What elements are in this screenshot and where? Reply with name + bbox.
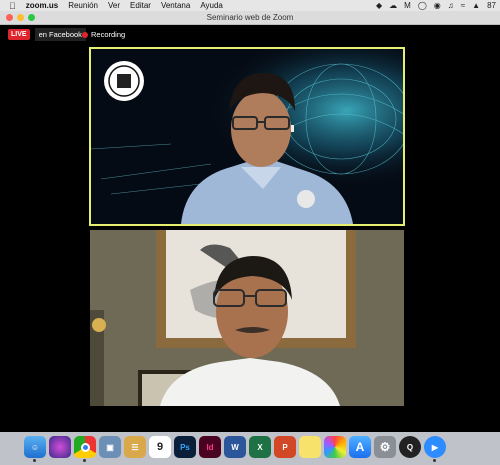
photoshop-icon[interactable]: Ps — [174, 436, 196, 458]
participant-video-frame — [90, 230, 404, 406]
logo-emblem-icon — [104, 61, 144, 101]
notes-icon[interactable]: ☰ — [124, 436, 146, 458]
system-preferences-icon[interactable]: ⚙ — [374, 436, 396, 458]
menu-item-ver[interactable]: Ver — [108, 1, 120, 10]
recording-label: Recording — [91, 30, 126, 39]
preview-icon[interactable]: ▣ — [99, 436, 121, 458]
word-icon[interactable]: W — [224, 436, 246, 458]
photos-icon[interactable] — [324, 436, 346, 458]
recording-indicator[interactable]: Recording — [82, 30, 125, 39]
bell-icon[interactable]: ♫ — [448, 0, 454, 11]
wifi-icon[interactable]: ≈ — [461, 0, 465, 11]
menu-item-reunion[interactable]: Reunión — [68, 1, 98, 10]
speaker-video-frame — [91, 49, 403, 224]
meeting-area: LIVE en Facebook Recording — [0, 25, 500, 432]
live-destination: en Facebook — [34, 28, 86, 41]
menu-item-ventana[interactable]: Ventana — [161, 1, 190, 10]
window-titlebar: Seminario web de Zoom — [0, 11, 500, 25]
window-title: Seminario web de Zoom — [206, 13, 294, 22]
menu-app-name[interactable]: zoom.us — [26, 1, 58, 10]
apple-menu-icon[interactable]:  — [9, 1, 16, 11]
chrome-icon[interactable] — [74, 436, 96, 462]
battery-percent[interactable]: 87 — [487, 0, 496, 11]
finder-icon[interactable]: ☺ — [24, 436, 46, 462]
powerpoint-icon[interactable]: P — [274, 436, 296, 458]
appstore-icon[interactable]: A — [349, 436, 371, 458]
zoom-icon[interactable]: ▶ — [424, 436, 446, 462]
eye-icon[interactable]: ◉ — [434, 0, 441, 11]
live-indicator[interactable]: LIVE en Facebook — [8, 28, 86, 41]
malwarebytes-icon[interactable]: M — [404, 0, 411, 11]
status-tray: ◆ ☁ M ◯ ◉ ♫ ≈ ▲ 87 — [376, 0, 496, 11]
quicktime-icon[interactable]: Q — [399, 436, 421, 458]
participant-video-active-speaker[interactable] — [89, 47, 405, 226]
cloud-icon[interactable]: ☁ — [389, 0, 397, 11]
dropbox-icon[interactable]: ◆ — [376, 0, 382, 11]
dock: ☺ ▣ ☰ 9 Ps Id W X P A ⚙ Q ▶ — [0, 432, 500, 465]
menu-bar:  zoom.us Reunión Ver Editar Ventana Ayu… — [0, 0, 500, 11]
menu-item-ayuda[interactable]: Ayuda — [200, 1, 223, 10]
recording-dot-icon — [82, 31, 88, 38]
volume-icon[interactable]: ▲ — [472, 0, 480, 11]
menu-item-editar[interactable]: Editar — [130, 1, 151, 10]
siri-icon[interactable] — [49, 436, 71, 458]
live-badge: LIVE — [8, 29, 30, 40]
participant-video[interactable] — [90, 230, 404, 406]
calendar-icon[interactable]: 9 — [149, 436, 171, 458]
wechat-icon[interactable]: ◯ — [418, 0, 427, 11]
indesign-icon[interactable]: Id — [199, 436, 221, 458]
stickies-icon[interactable] — [299, 436, 321, 458]
excel-icon[interactable]: X — [249, 436, 271, 458]
